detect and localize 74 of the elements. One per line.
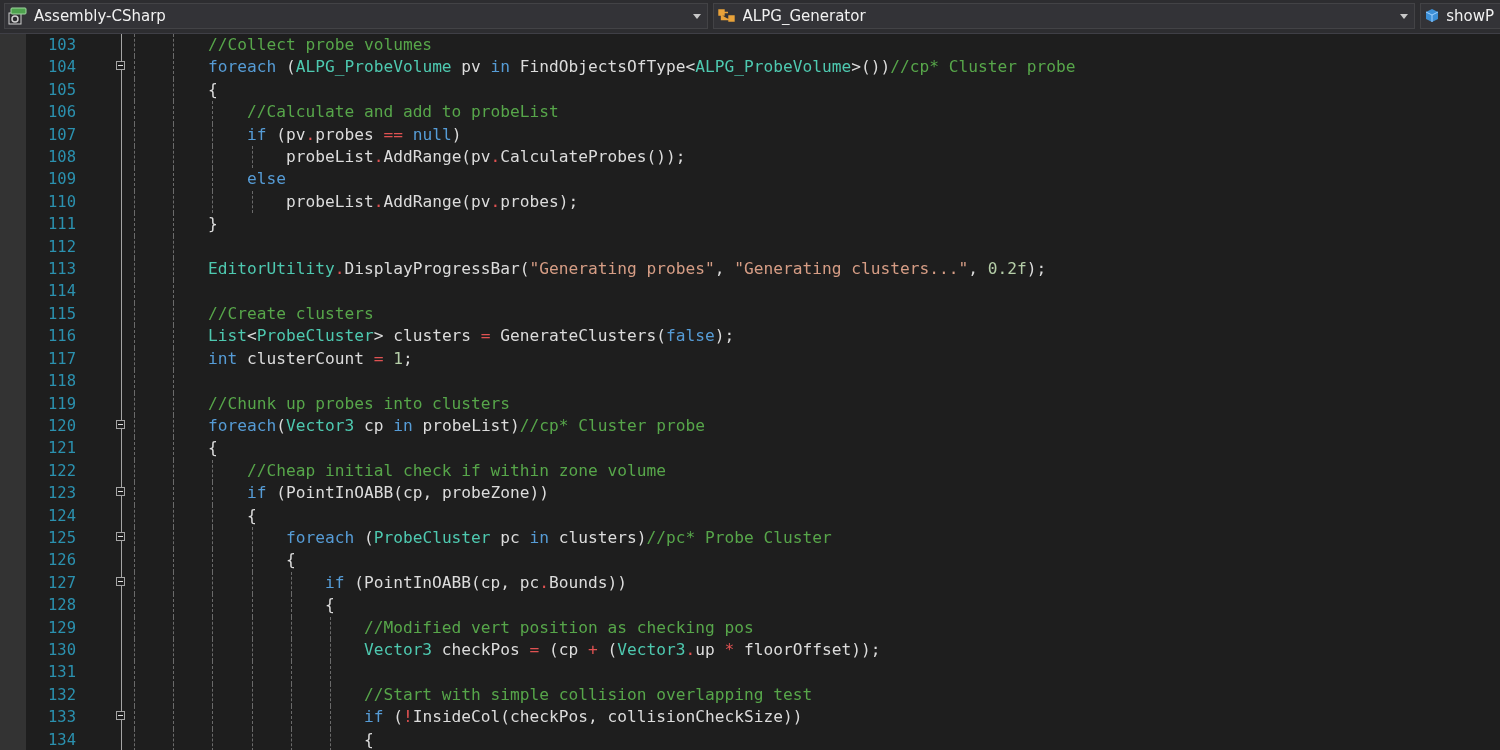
line-number: 121 (47, 438, 76, 460)
collapse-icon[interactable] (116, 419, 125, 429)
line-number: 120 (47, 415, 76, 437)
collapse-icon[interactable] (116, 61, 125, 71)
line-number: 111 (47, 214, 76, 236)
line-number: 133 (47, 707, 76, 729)
line-number: 131 (47, 662, 76, 684)
caret-icon (692, 13, 701, 19)
project-dropdown[interactable]: Assembly-CSharp (4, 3, 708, 29)
line-number: 126 (47, 550, 76, 572)
collapse-icon[interactable] (116, 531, 125, 541)
code-line: foreach (ProbeCluster pc in clusters)//pc* Probe Cluster (284, 527, 832, 547)
code-line: } (206, 214, 218, 234)
collapse-icon[interactable] (116, 487, 125, 497)
class-dropdown[interactable]: ALPG_Generator (712, 3, 1416, 29)
line-number: 108 (47, 147, 76, 169)
line-number: 109 (47, 169, 76, 191)
code-line: if (PointInOABB(cp, pc.Bounds)) (323, 572, 628, 592)
line-number: 116 (47, 326, 76, 348)
line-number: 127 (47, 572, 76, 594)
line-number: 134 (47, 729, 76, 750)
project-icon (8, 7, 28, 25)
code-line: //Cheap initial check if within zone volume (245, 460, 666, 480)
line-number: 125 (47, 527, 76, 549)
class-icon (716, 7, 737, 25)
code-line: foreach (ALPG_ProbeVolume pv in FindObjectsOfType<ALPG_ProbeVolume>())//cp* Cluster probe (206, 57, 1076, 77)
line-number: 114 (47, 281, 76, 303)
collapse-icon[interactable] (116, 576, 125, 586)
code-line: //Calculate and add to probeList (245, 102, 559, 122)
line-number: 122 (47, 460, 76, 482)
code-line: int clusterCount = 1; (206, 348, 413, 368)
code-line: { (245, 505, 257, 525)
collapse-icon[interactable] (116, 711, 125, 721)
code-line: List<ProbeCluster> clusters = GenerateClusters(false); (206, 326, 735, 346)
code-line: if (PointInOABB(cp, probeZone)) (245, 483, 550, 503)
line-number: 119 (47, 393, 76, 415)
code-line: else (245, 169, 286, 189)
line-number: 103 (47, 35, 76, 56)
code-line: //Start with simple collision overlapping test (362, 684, 813, 704)
code-line: //Chunk up probes into clusters (206, 393, 511, 413)
line-number: 117 (47, 348, 76, 370)
line-number: 130 (47, 639, 76, 661)
line-number: 106 (47, 102, 76, 124)
code-line: //Create clusters (206, 303, 374, 323)
code-line: probeList.AddRange(pv.CalculateProbes()); (284, 147, 686, 167)
line-number: 129 (47, 617, 76, 639)
line-number: 115 (47, 303, 76, 325)
line-number: 104 (47, 57, 76, 79)
code-line: probeList.AddRange(pv.probes); (284, 191, 579, 211)
line-number: 132 (47, 684, 76, 706)
line-number: 128 (47, 595, 76, 617)
caret-icon (1400, 13, 1409, 19)
code-line: { (362, 729, 374, 749)
code-line: if (!InsideCol(checkPos, collisionCheckSize)) (362, 707, 803, 727)
code-line: EditorUtility.DisplayProgressBar("Generating probes", "Generating clusters...", 0.2f); (206, 259, 1047, 279)
line-number: 110 (47, 191, 76, 213)
code-line: { (206, 438, 218, 458)
code-line: //Collect probe volumes (206, 35, 433, 54)
code-line: { (323, 595, 335, 615)
code-line: Vector3 checkPos = (cp + (Vector3.up * floorOffset)); (362, 639, 881, 659)
line-number: 124 (47, 505, 76, 527)
line-number: 118 (47, 371, 76, 393)
cube-icon (1424, 8, 1441, 24)
code-line: { (206, 79, 218, 99)
line-number: 112 (47, 236, 76, 258)
line-number: 107 (47, 124, 76, 146)
member-dropdown[interactable]: showP (1420, 3, 1500, 29)
code-line: foreach(Vector3 cp in probeList)//cp* Cluster probe (206, 415, 706, 435)
line-number: 123 (47, 483, 76, 505)
code-line: if (pv.probes == null) (245, 124, 462, 144)
code-line: //Modified vert position as checking pos (362, 617, 754, 637)
line-number: 113 (47, 259, 76, 281)
line-number: 105 (47, 79, 76, 101)
code-line: { (284, 550, 296, 570)
